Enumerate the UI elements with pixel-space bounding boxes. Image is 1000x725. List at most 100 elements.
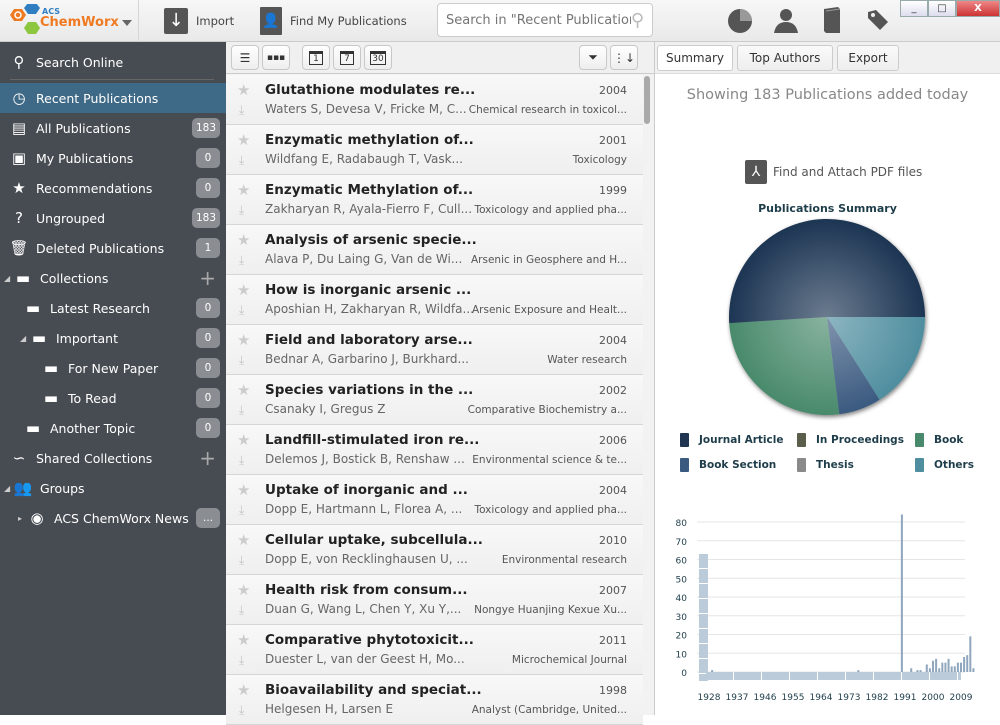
publication-row[interactable]: ★ ⤓ Glutathione modulates re... 2004 Wat…: [226, 75, 643, 125]
star-icon[interactable]: ★: [237, 581, 250, 599]
maximize-button[interactable]: □: [928, 0, 956, 17]
legend-swatch: [797, 433, 806, 447]
sidebar-item-to-read[interactable]: ▬ To Read 0: [0, 383, 226, 413]
sidebar-item-recent-publications[interactable]: ◷ Recent Publications: [0, 83, 226, 113]
find-my-publications-button[interactable]: 👤 Find My Publications: [260, 6, 407, 36]
x-axis-band: [818, 672, 845, 680]
expand-toggle-icon[interactable]: ◢: [4, 484, 14, 493]
star-icon[interactable]: ★: [237, 381, 250, 399]
sidebar-item-deleted-publications[interactable]: 🗑 Deleted Publications 1: [0, 233, 226, 263]
sidebar-item-ungrouped[interactable]: ? Ungrouped 183: [0, 203, 226, 233]
sidebar-item-collections[interactable]: ◢ ▬ Collections +: [0, 263, 226, 293]
download-icon[interactable]: ⤓: [239, 703, 244, 718]
star-icon[interactable]: ★: [237, 631, 250, 649]
list-view-button[interactable]: ☰: [231, 45, 259, 70]
download-icon[interactable]: ⤓: [239, 603, 244, 618]
star-icon[interactable]: ★: [237, 481, 250, 499]
legend-item[interactable]: Book Section: [680, 458, 776, 472]
download-icon[interactable]: ⤓: [239, 553, 244, 568]
legend-item[interactable]: Others: [915, 458, 974, 472]
tab-top-authors[interactable]: Top Authors: [737, 45, 833, 71]
publication-row[interactable]: ★ ⤓ Landfill-stimulated iron re... 2006 …: [226, 425, 643, 475]
star-icon[interactable]: ★: [237, 681, 250, 699]
download-icon[interactable]: ⤓: [239, 403, 244, 418]
download-icon[interactable]: ⤓: [239, 453, 244, 468]
pie-chart-icon[interactable]: [726, 6, 754, 34]
star-icon[interactable]: ★: [237, 81, 250, 99]
close-button[interactable]: X: [956, 0, 1000, 17]
sidebar-item-acs-chemworx-news[interactable]: ▸ ◉ ACS ChemWorx News...: [0, 503, 226, 533]
publication-row[interactable]: ★ ⤓ How is inorganic arsenic ... Aposhia…: [226, 275, 643, 325]
book-icon[interactable]: [818, 6, 846, 34]
publication-row[interactable]: ★ ⤓ Enzymatic methylation of... 2001 Wil…: [226, 125, 643, 175]
grid-view-button[interactable]: ▪▪▪: [262, 45, 290, 70]
star-icon[interactable]: ★: [237, 431, 250, 449]
sidebar-item-latest-research[interactable]: ▬ Latest Research 0: [0, 293, 226, 323]
chemworx-logo[interactable]: ACS ChemWorx: [6, 3, 136, 38]
sidebar-item-important[interactable]: ◢ ▬ Important 0: [0, 323, 226, 353]
download-icon[interactable]: ⤓: [239, 303, 244, 318]
sidebar-item-all-publications[interactable]: ▤ All Publications 183: [0, 113, 226, 143]
import-button[interactable]: ↓ Import: [164, 6, 234, 36]
sidebar-item-for-new-paper[interactable]: ▬ For New Paper 0: [0, 353, 226, 383]
publication-journal: Environmental research: [501, 554, 627, 566]
publication-row[interactable]: ★ ⤓ Enzymatic Methylation of... 1999 Zak…: [226, 175, 643, 225]
person-icon[interactable]: [772, 6, 800, 34]
legend-item[interactable]: Thesis: [797, 458, 854, 472]
legend-item[interactable]: Book: [915, 433, 963, 447]
publication-row[interactable]: ★ ⤓ Species variations in the ... 2002 C…: [226, 375, 643, 425]
download-icon[interactable]: ⤓: [239, 153, 244, 168]
publication-row[interactable]: ★ ⤓ Analysis of arsenic specie... Alava …: [226, 225, 643, 275]
publication-row[interactable]: ★ ⤓ Field and laboratory arse... 2004 Be…: [226, 325, 643, 375]
publication-row[interactable]: ★ ⤓ Bioavailability and speciat... 1998 …: [226, 675, 643, 725]
search-input[interactable]: [446, 12, 631, 28]
add-button[interactable]: +: [199, 266, 216, 290]
x-axis-band: [874, 672, 901, 680]
expand-toggle-icon[interactable]: ▸: [18, 514, 28, 523]
legend-item[interactable]: Journal Article: [680, 433, 783, 447]
download-icon[interactable]: ⤓: [239, 503, 244, 518]
list-scrollbar[interactable]: [644, 76, 650, 124]
star-icon[interactable]: ★: [237, 131, 250, 149]
download-icon[interactable]: ⤓: [239, 253, 244, 268]
publication-row[interactable]: ★ ⤓ Cellular uptake, subcellula... 2010 …: [226, 525, 643, 575]
filter-button[interactable]: ⏷: [579, 45, 607, 70]
download-icon[interactable]: ⤓: [239, 103, 244, 118]
star-icon[interactable]: ★: [237, 531, 250, 549]
bar-2010: [963, 657, 966, 672]
expand-toggle-icon[interactable]: ◢: [20, 334, 30, 343]
minimize-button[interactable]: _: [900, 0, 928, 17]
search-online[interactable]: ⚲ Search Online: [0, 47, 226, 77]
list-toolbar: ☰ ▪▪▪ 1 7 30 ⏷ ⋮↓: [226, 42, 654, 74]
download-icon[interactable]: ⤓: [239, 653, 244, 668]
find-attach-pdf-button[interactable]: ⅄ Find and Attach PDF files: [745, 160, 922, 184]
search-box[interactable]: ⚲: [437, 3, 653, 37]
month-filter-button[interactable]: 30: [364, 45, 392, 70]
sidebar-item-another-topic[interactable]: ▬ Another Topic 0: [0, 413, 226, 443]
x-tick-label: 1937: [726, 693, 749, 703]
week-filter-button[interactable]: 7: [333, 45, 361, 70]
add-button[interactable]: +: [199, 446, 216, 470]
star-icon[interactable]: ★: [237, 181, 250, 199]
publication-title: Uptake of inorganic and ...: [265, 482, 468, 498]
star-icon[interactable]: ★: [237, 231, 250, 249]
star-icon[interactable]: ★: [237, 331, 250, 349]
day-filter-button[interactable]: 1: [302, 45, 330, 70]
publication-row[interactable]: ★ ⤓ Uptake of inorganic and ... 2004 Dop…: [226, 475, 643, 525]
sidebar-item-recommendations[interactable]: ★ Recommendations 0: [0, 173, 226, 203]
sidebar-item-my-publications[interactable]: ▣ My Publications 0: [0, 143, 226, 173]
search-icon[interactable]: ⚲: [631, 10, 644, 31]
publication-row[interactable]: ★ ⤓ Comparative phytotoxicit... 2011 Due…: [226, 625, 643, 675]
download-icon[interactable]: ⤓: [239, 353, 244, 368]
expand-toggle-icon[interactable]: ◢: [4, 274, 14, 283]
download-icon[interactable]: ⤓: [239, 203, 244, 218]
sort-button[interactable]: ⋮↓: [610, 45, 638, 70]
sidebar-item-shared-collections[interactable]: ∽ Shared Collections +: [0, 443, 226, 473]
sidebar-item-groups[interactable]: ◢ 👥 Groups: [0, 473, 226, 503]
tab-summary[interactable]: Summary: [657, 45, 733, 71]
tag-icon[interactable]: [864, 6, 892, 34]
publication-row[interactable]: ★ ⤓ Health risk from consum... 2007 Duan…: [226, 575, 643, 625]
legend-item[interactable]: In Proceedings: [797, 433, 904, 447]
tab-export[interactable]: Export: [837, 45, 899, 71]
star-icon[interactable]: ★: [237, 281, 250, 299]
